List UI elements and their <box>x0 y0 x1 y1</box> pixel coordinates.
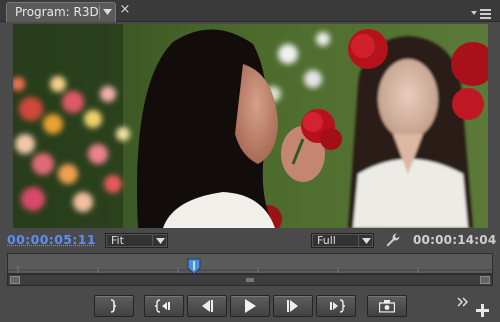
wrench-icon[interactable] <box>385 232 401 248</box>
play-button[interactable] <box>230 295 270 317</box>
go-to-next-edit-button[interactable] <box>316 295 356 317</box>
ruler-ticks <box>8 266 494 273</box>
timeline-zoom-scrollbar[interactable] <box>7 274 493 286</box>
program-monitor-frame <box>13 24 488 228</box>
zoom-handle-left[interactable] <box>10 276 20 284</box>
step-forward-icon <box>287 300 298 312</box>
mark-out-icon <box>110 299 117 313</box>
add-button-icon[interactable] <box>476 302 489 317</box>
chevron-down-icon <box>152 234 167 247</box>
next-edit-icon <box>330 299 345 313</box>
go-to-previous-edit-button[interactable] <box>144 295 184 317</box>
duration-timecode: 00:00:14:04 <box>413 233 497 247</box>
chevron-down-icon <box>103 9 112 15</box>
panel-header: Program: R3D × <box>0 0 500 22</box>
current-timecode[interactable]: 00:00:05:11 <box>7 232 96 247</box>
zoom-handle-right[interactable] <box>480 276 490 284</box>
close-icon[interactable]: × <box>118 2 132 18</box>
panel-menu-icon[interactable] <box>470 5 492 19</box>
export-frame-button[interactable] <box>367 295 407 317</box>
playhead-marker[interactable] <box>187 258 201 275</box>
mark-out-button[interactable] <box>94 295 134 317</box>
zoom-level-select[interactable]: Fit <box>105 233 168 248</box>
step-back-button[interactable] <box>187 295 227 317</box>
zoom-scroll-grip[interactable] <box>246 278 254 282</box>
tab-dropdown-button[interactable] <box>99 5 114 19</box>
playback-resolution-select[interactable]: Full <box>311 233 374 248</box>
previous-edit-icon <box>155 299 170 313</box>
step-forward-button[interactable] <box>273 295 313 317</box>
chevron-down-icon <box>358 234 373 247</box>
time-ruler[interactable] <box>7 253 494 274</box>
tab-program[interactable]: Program: R3D <box>6 2 116 22</box>
more-controls-icon[interactable] <box>457 292 469 307</box>
step-back-icon <box>202 300 213 312</box>
zoom-level-value: Fit <box>111 234 124 247</box>
play-icon <box>245 299 256 313</box>
export-frame-icon <box>379 300 395 313</box>
playback-resolution-value: Full <box>317 234 336 247</box>
tab-label: Program: R3D <box>15 5 99 19</box>
